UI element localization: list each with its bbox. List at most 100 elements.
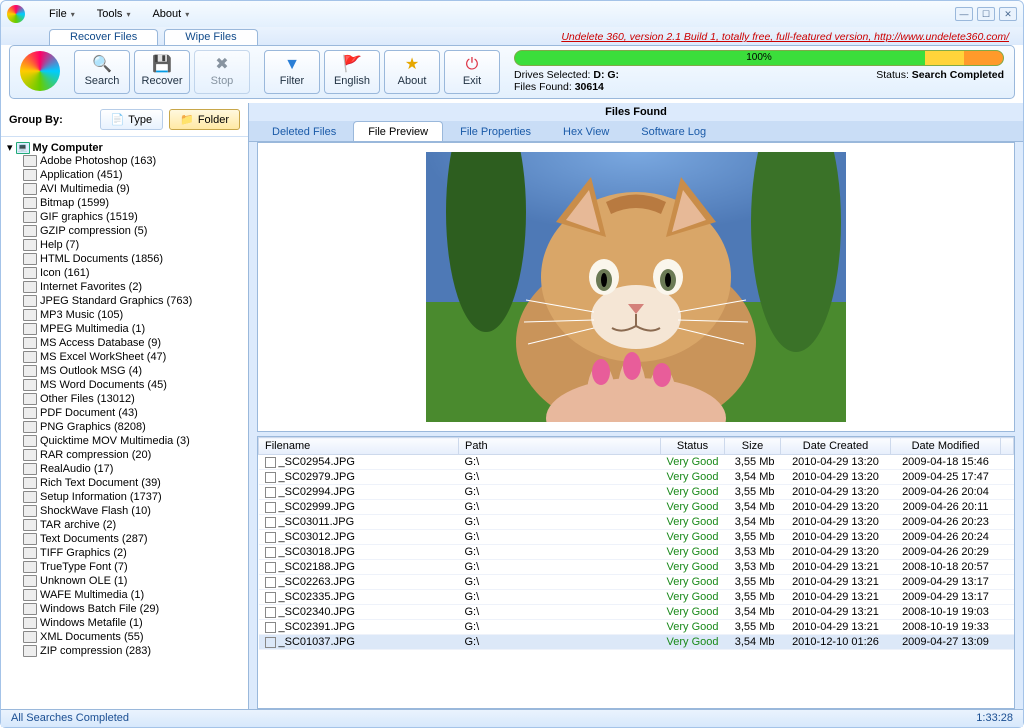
menu-about[interactable]: About▾ — [142, 6, 199, 22]
tab-hex-view[interactable]: Hex View — [548, 121, 624, 141]
table-row[interactable]: _SC02979.JPGG:\Very Good3,54 Mb2010-04-2… — [259, 470, 1014, 485]
tree-item[interactable]: RealAudio (17) — [23, 462, 244, 476]
tree-item[interactable]: MP3 Music (105) — [23, 308, 244, 322]
tab-recover-files[interactable]: Recover Files — [49, 29, 158, 45]
tree-item[interactable]: Other Files (13012) — [23, 392, 244, 406]
table-row[interactable]: _SC03012.JPGG:\Very Good3,55 Mb2010-04-2… — [259, 530, 1014, 545]
tree-item[interactable]: TrueType Font (7) — [23, 560, 244, 574]
table-row[interactable]: _SC02954.JPGG:\Very Good3,55 Mb2010-04-2… — [259, 455, 1014, 470]
table-row[interactable]: _SC03018.JPGG:\Very Good3,53 Mb2010-04-2… — [259, 545, 1014, 560]
tree-item[interactable]: Windows Metafile (1) — [23, 616, 244, 630]
row-checkbox[interactable] — [265, 562, 276, 573]
tree-item[interactable]: XML Documents (55) — [23, 630, 244, 644]
menu-file[interactable]: File▾ — [39, 6, 85, 22]
tree-item[interactable]: ZIP compression (283) — [23, 644, 244, 658]
tree-item[interactable]: Icon (161) — [23, 266, 244, 280]
table-row[interactable]: _SC02335.JPGG:\Very Good3,55 Mb2010-04-2… — [259, 590, 1014, 605]
table-row[interactable]: _SC02188.JPGG:\Very Good3,53 Mb2010-04-2… — [259, 560, 1014, 575]
tree-item[interactable]: PDF Document (43) — [23, 406, 244, 420]
col-created[interactable]: Date Created — [781, 438, 891, 455]
close-button[interactable]: ✕ — [999, 7, 1017, 21]
row-checkbox[interactable] — [265, 607, 276, 618]
tree-item[interactable]: JPEG Standard Graphics (763) — [23, 294, 244, 308]
row-checkbox[interactable] — [265, 547, 276, 558]
table-row[interactable]: _SC02994.JPGG:\Very Good3,55 Mb2010-04-2… — [259, 485, 1014, 500]
tree-item[interactable]: PNG Graphics (8208) — [23, 420, 244, 434]
table-row[interactable]: _SC01037.JPGG:\Very Good3,54 Mb2010-12-1… — [259, 635, 1014, 650]
row-checkbox[interactable] — [265, 577, 276, 588]
minimize-button[interactable]: — — [955, 7, 973, 21]
col-filename[interactable]: Filename — [259, 438, 459, 455]
tree-item[interactable]: GZIP compression (5) — [23, 224, 244, 238]
tree-item[interactable]: ShockWave Flash (10) — [23, 504, 244, 518]
tree-item[interactable]: AVI Multimedia (9) — [23, 182, 244, 196]
tree-item[interactable]: Setup Information (1737) — [23, 490, 244, 504]
language-button[interactable]: 🚩English — [324, 50, 380, 94]
tree-item[interactable]: Help (7) — [23, 238, 244, 252]
tree-item[interactable]: TIFF Graphics (2) — [23, 546, 244, 560]
file-type-icon — [23, 323, 37, 335]
col-path[interactable]: Path — [459, 438, 661, 455]
group-by-folder-button[interactable]: 📁Folder — [169, 109, 240, 130]
tree-item[interactable]: MPEG Multimedia (1) — [23, 322, 244, 336]
version-info-link[interactable]: Undelete 360, version 2.1 Build 1, total… — [561, 31, 1009, 43]
table-row[interactable]: _SC03011.JPGG:\Very Good3,54 Mb2010-04-2… — [259, 515, 1014, 530]
flag-icon: 🚩 — [342, 57, 362, 73]
about-button[interactable]: ★About — [384, 50, 440, 94]
row-checkbox[interactable] — [265, 487, 276, 498]
recover-button[interactable]: 💾Recover — [134, 50, 190, 94]
file-type-icon — [23, 295, 37, 307]
tree-item[interactable]: Bitmap (1599) — [23, 196, 244, 210]
tree-item[interactable]: Unknown OLE (1) — [23, 574, 244, 588]
maximize-button[interactable]: ☐ — [977, 7, 995, 21]
tree-item[interactable]: MS Excel WorkSheet (47) — [23, 350, 244, 364]
tab-file-preview[interactable]: File Preview — [353, 121, 443, 141]
col-modified[interactable]: Date Modified — [891, 438, 1001, 455]
table-row[interactable]: _SC02340.JPGG:\Very Good3,54 Mb2010-04-2… — [259, 605, 1014, 620]
search-button[interactable]: 🔍Search — [74, 50, 130, 94]
file-type-icon — [23, 281, 37, 293]
tree-item[interactable]: MS Access Database (9) — [23, 336, 244, 350]
tree-item[interactable]: Adobe Photoshop (163) — [23, 154, 244, 168]
tree-item[interactable]: Windows Batch File (29) — [23, 602, 244, 616]
exit-button[interactable]: ⏻Exit — [444, 50, 500, 94]
table-row[interactable]: _SC02263.JPGG:\Very Good3,55 Mb2010-04-2… — [259, 575, 1014, 590]
tree-item[interactable]: Text Documents (287) — [23, 532, 244, 546]
col-status[interactable]: Status — [661, 438, 725, 455]
tab-file-properties[interactable]: File Properties — [445, 121, 546, 141]
tree-item[interactable]: Application (451) — [23, 168, 244, 182]
tree-item[interactable]: HTML Documents (1856) — [23, 252, 244, 266]
file-type-icon — [23, 491, 37, 503]
row-checkbox[interactable] — [265, 622, 276, 633]
table-row[interactable]: _SC02391.JPGG:\Very Good3,55 Mb2010-04-2… — [259, 620, 1014, 635]
tab-software-log[interactable]: Software Log — [626, 121, 721, 141]
row-checkbox[interactable] — [265, 592, 276, 603]
app-logo-large-icon — [20, 51, 60, 91]
tree-item[interactable]: GIF graphics (1519) — [23, 210, 244, 224]
tree-item[interactable]: MS Outlook MSG (4) — [23, 364, 244, 378]
tree-item[interactable]: Rich Text Document (39) — [23, 476, 244, 490]
row-checkbox[interactable] — [265, 457, 276, 468]
tree-item[interactable]: Quicktime MOV Multimedia (3) — [23, 434, 244, 448]
filter-button[interactable]: ▼Filter — [264, 50, 320, 94]
group-by-type-button[interactable]: 📄Type — [100, 109, 164, 130]
tree-item[interactable]: TAR archive (2) — [23, 518, 244, 532]
tree-root[interactable]: ▾ 💻 My Computer — [7, 141, 244, 154]
tab-deleted-files[interactable]: Deleted Files — [257, 121, 351, 141]
tree-item[interactable]: MS Word Documents (45) — [23, 378, 244, 392]
row-checkbox[interactable] — [265, 472, 276, 483]
tab-wipe-files[interactable]: Wipe Files — [164, 29, 257, 45]
menu-tools[interactable]: Tools▾ — [87, 6, 141, 22]
tree-item[interactable]: WAFE Multimedia (1) — [23, 588, 244, 602]
type-tree[interactable]: ▾ 💻 My Computer Adobe Photoshop (163)App… — [1, 137, 248, 713]
col-size[interactable]: Size — [725, 438, 781, 455]
tree-item[interactable]: Internet Favorites (2) — [23, 280, 244, 294]
row-checkbox[interactable] — [265, 502, 276, 513]
row-checkbox[interactable] — [265, 532, 276, 543]
row-checkbox[interactable] — [265, 637, 276, 648]
row-checkbox[interactable] — [265, 517, 276, 528]
stop-button[interactable]: ✖Stop — [194, 50, 250, 94]
tree-item[interactable]: RAR compression (20) — [23, 448, 244, 462]
file-table[interactable]: Filename Path Status Size Date Created D… — [257, 436, 1015, 709]
table-row[interactable]: _SC02999.JPGG:\Very Good3,54 Mb2010-04-2… — [259, 500, 1014, 515]
